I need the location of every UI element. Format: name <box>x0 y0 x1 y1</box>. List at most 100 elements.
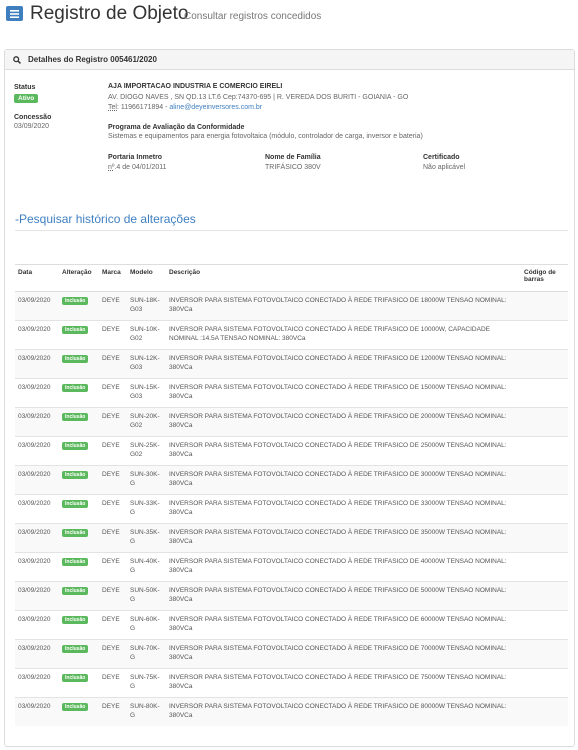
cell-modelo: SUN-35K-G <box>127 522 166 552</box>
cell-modelo: SUN-18K-G03 <box>127 290 166 320</box>
cell-data: 03/09/2020 <box>15 696 59 726</box>
status-label: Status <box>14 84 36 91</box>
cell-marca: DEYE <box>99 348 127 378</box>
cell-descricao: INVERSOR PARA SISTEMA FOTOVOLTAICO CONEC… <box>166 319 521 349</box>
cell-descricao: INVERSOR PARA SISTEMA FOTOVOLTAICO CONEC… <box>166 493 521 523</box>
cell-codigo <box>521 638 568 668</box>
cell-alteracao: Inclusão <box>59 638 99 668</box>
cell-marca: DEYE <box>99 580 127 610</box>
cell-codigo <box>521 319 568 349</box>
cell-modelo: SUN-25K-G02 <box>127 435 166 465</box>
divider <box>15 230 568 231</box>
cell-descricao: INVERSOR PARA SISTEMA FOTOVOLTAICO CONEC… <box>166 580 521 610</box>
cell-codigo <box>521 609 568 639</box>
cell-data: 03/09/2020 <box>15 435 59 465</box>
alteracao-badge: Inclusão <box>62 412 89 421</box>
table-row: 03/09/2020 Inclusão DEYE SUN-12K-G03 INVERSO… <box>15 348 568 378</box>
cell-alteracao: Inclusão <box>59 290 99 320</box>
alteracao-badge: Inclusão <box>62 702 89 711</box>
cell-modelo: SUN-20K-G02 <box>127 406 166 436</box>
table-row: 03/09/2020 Inclusão DEYE SUN-33K-G INVERSOR … <box>15 493 568 523</box>
cell-marca: DEYE <box>99 319 127 349</box>
portaria-date: .4 de 04/01/2011 <box>114 164 167 171</box>
alteracao-badge: Inclusão <box>62 499 89 508</box>
cell-data: 03/09/2020 <box>15 348 59 378</box>
cell-data: 03/09/2020 <box>15 493 59 523</box>
column-header-modelo: Modelo <box>127 268 166 292</box>
cell-modelo: SUN-75K-G <box>127 667 166 697</box>
cell-alteracao: Inclusão <box>59 377 99 407</box>
column-header-alteracao: Alteração <box>59 268 99 292</box>
alteracao-badge: Inclusão <box>62 644 89 653</box>
company-name: AJA IMPORTACAO INDUSTRIA E COMERCIO EIRE… <box>108 83 283 90</box>
cell-descricao: INVERSOR PARA SISTEMA FOTOVOLTAICO CONEC… <box>166 522 521 552</box>
cell-marca: DEYE <box>99 406 127 436</box>
cell-marca: DEYE <box>99 464 127 494</box>
cell-descricao: INVERSOR PARA SISTEMA FOTOVOLTAICO CONEC… <box>166 290 521 320</box>
cell-marca: DEYE <box>99 696 127 726</box>
cell-codigo <box>521 348 568 378</box>
table-row: 03/09/2020 Inclusão DEYE SUN-20K-G02 INVERSO… <box>15 406 568 436</box>
cell-alteracao: Inclusão <box>59 522 99 552</box>
table-row: 03/09/2020 Inclusão DEYE SUN-18K-G03 INVERSO… <box>15 290 568 320</box>
cell-alteracao: Inclusão <box>59 609 99 639</box>
cell-alteracao: Inclusão <box>59 551 99 581</box>
cell-descricao: INVERSOR PARA SISTEMA FOTOVOLTAICO CONEC… <box>166 406 521 436</box>
company-address: AV. DIOGO NAVES , SN QD.13 LT.6 Cep:7437… <box>108 94 409 101</box>
cell-alteracao: Inclusão <box>59 696 99 726</box>
alteracao-badge: Inclusão <box>62 441 89 450</box>
cell-codigo <box>521 435 568 465</box>
cell-modelo: SUN-12K-G03 <box>127 348 166 378</box>
cell-modelo: SUN-40K-G <box>127 551 166 581</box>
table-row: 03/09/2020 Inclusão DEYE SUN-50K-G INVERSOR … <box>15 580 568 610</box>
search-icon <box>13 55 21 64</box>
menu-button[interactable] <box>6 6 23 21</box>
table-row: 03/09/2020 Inclusão DEYE SUN-60K-G INVERSOR … <box>15 609 568 639</box>
table-row: 03/09/2020 Inclusão DEYE SUN-30K-G INVERSOR … <box>15 464 568 494</box>
table-row: 03/09/2020 Inclusão DEYE SUN-10K-G02 INVERSO… <box>15 319 568 349</box>
cell-modelo: SUN-60K-G <box>127 609 166 639</box>
certificado-label: Certificado <box>423 154 460 161</box>
cell-descricao: INVERSOR PARA SISTEMA FOTOVOLTAICO CONEC… <box>166 377 521 407</box>
alteracao-badge: Inclusão <box>62 354 89 363</box>
cell-codigo <box>521 580 568 610</box>
cell-data: 03/09/2020 <box>15 406 59 436</box>
email-link[interactable]: aline@deyeinversores.com.br <box>169 104 262 111</box>
program-label: Programa de Avaliação da Conformidade <box>108 124 245 131</box>
portaria-value: nº.4 de 04/01/2011 <box>108 164 166 171</box>
cell-marca: DEYE <box>99 522 127 552</box>
cell-descricao: INVERSOR PARA SISTEMA FOTOVOLTAICO CONEC… <box>166 696 521 726</box>
cell-alteracao: Inclusão <box>59 348 99 378</box>
cell-alteracao: Inclusão <box>59 667 99 697</box>
column-header-marca: Marca <box>99 268 127 292</box>
cell-alteracao: Inclusão <box>59 319 99 349</box>
page-title: Registro de Objeto <box>30 3 189 24</box>
cell-marca: DEYE <box>99 638 127 668</box>
cell-codigo <box>521 551 568 581</box>
alteracao-badge: Inclusão <box>62 673 89 682</box>
cell-data: 03/09/2020 <box>15 290 59 320</box>
cell-marca: DEYE <box>99 377 127 407</box>
cell-marca: DEYE <box>99 667 127 697</box>
cell-modelo: SUN-30K-G <box>127 464 166 494</box>
program-value: Sistemas e equipamentos para energia fot… <box>108 133 423 140</box>
table-row: 03/09/2020 Inclusão DEYE SUN-40K-G INVERSOR … <box>15 551 568 581</box>
cell-descricao: INVERSOR PARA SISTEMA FOTOVOLTAICO CONEC… <box>166 609 521 639</box>
cell-data: 03/09/2020 <box>15 377 59 407</box>
cell-descricao: INVERSOR PARA SISTEMA FOTOVOLTAICO CONEC… <box>166 667 521 697</box>
cell-modelo: SUN-33K-G <box>127 493 166 523</box>
cell-modelo: SUN-15K-G03 <box>127 377 166 407</box>
cell-codigo <box>521 406 568 436</box>
concessao-value: 03/09/2020 <box>14 123 50 130</box>
cell-alteracao: Inclusão <box>59 435 99 465</box>
cell-modelo: SUN-70K-G <box>127 638 166 668</box>
alteracao-badge: Inclusão <box>62 383 89 392</box>
table-row: 03/09/2020 Inclusão DEYE SUN-25K-G02 INVERSO… <box>15 435 568 465</box>
status-badge: Ativo <box>14 94 39 103</box>
tel-label: Tel: <box>108 104 119 111</box>
cell-modelo: SUN-50K-G <box>127 580 166 610</box>
panel-title: Detalhes do Registro 005461/2020 <box>28 55 157 64</box>
history-toggle-link[interactable]: -Pesquisar histórico de alterações <box>15 212 196 226</box>
cell-marca: DEYE <box>99 609 127 639</box>
cell-marca: DEYE <box>99 493 127 523</box>
